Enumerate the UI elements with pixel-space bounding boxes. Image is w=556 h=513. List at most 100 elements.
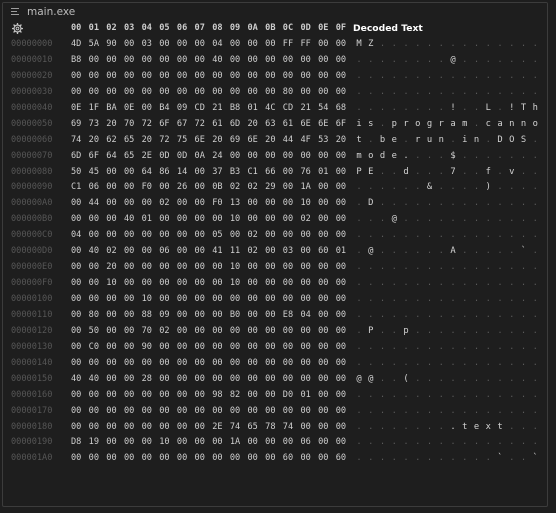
hex-byte[interactable]: 01 (300, 388, 313, 404)
decoded-char[interactable]: . (518, 260, 530, 276)
hex-byte[interactable]: FF (283, 37, 296, 53)
decoded-char[interactable]: . (365, 388, 377, 404)
hex-byte[interactable]: 6F (159, 117, 172, 133)
hex-byte[interactable]: 00 (318, 196, 331, 212)
decoded-char[interactable]: . (518, 451, 530, 467)
hex-byte[interactable]: 45 (89, 165, 102, 181)
hex-byte[interactable]: 00 (248, 53, 261, 69)
hex-byte[interactable]: 65 (124, 149, 137, 165)
decoded-char[interactable]: . (482, 37, 494, 53)
hex-byte[interactable]: 00 (283, 435, 296, 451)
decoded-char[interactable]: . (412, 165, 424, 181)
decoded-char[interactable]: . (365, 85, 377, 101)
hex-byte[interactable]: 4D (71, 37, 84, 53)
decoded-char[interactable]: . (388, 356, 400, 372)
decoded-char[interactable]: . (424, 276, 436, 292)
hex-byte[interactable]: 00 (248, 69, 261, 85)
decoded-char[interactable]: . (365, 404, 377, 420)
decoded-char[interactable]: . (482, 435, 494, 451)
hex-byte[interactable]: 00 (89, 276, 102, 292)
decoded-char[interactable]: p (400, 324, 412, 340)
decoded-char[interactable]: . (424, 69, 436, 85)
decoded-char[interactable]: . (412, 180, 424, 196)
hex-byte[interactable]: 90 (142, 340, 155, 356)
decoded-char[interactable]: . (471, 372, 483, 388)
hex-byte[interactable]: 00 (283, 404, 296, 420)
hex-byte[interactable]: 00 (177, 356, 190, 372)
hex-byte[interactable]: 00 (159, 228, 172, 244)
hex-byte[interactable]: 10 (159, 435, 172, 451)
hex-byte[interactable]: 4C (265, 101, 278, 117)
hex-byte[interactable]: 6E (195, 133, 208, 149)
hex-byte[interactable]: 13 (230, 196, 243, 212)
hex-byte[interactable]: 00 (106, 165, 119, 181)
hex-byte[interactable]: 00 (336, 180, 349, 196)
hex-byte[interactable]: 00 (212, 435, 225, 451)
hex-byte[interactable]: 63 (265, 117, 278, 133)
hex-byte[interactable]: 40 (71, 372, 84, 388)
hex-byte[interactable]: 74 (283, 420, 296, 436)
hex-byte[interactable]: 50 (89, 324, 102, 340)
decoded-char[interactable]: . (494, 69, 506, 85)
hex-byte[interactable]: 00 (142, 435, 155, 451)
hex-byte[interactable]: 00 (318, 435, 331, 451)
decoded-char[interactable]: $ (447, 149, 459, 165)
hex-byte[interactable]: 65 (248, 420, 261, 436)
decoded-char[interactable]: . (435, 372, 447, 388)
decoded-char[interactable]: . (482, 149, 494, 165)
hex-byte[interactable]: 76 (300, 165, 313, 181)
decoded-char[interactable]: . (506, 85, 518, 101)
decoded-char[interactable]: . (353, 260, 365, 276)
hex-byte[interactable]: 20 (142, 133, 155, 149)
decoded-char[interactable]: . (482, 244, 494, 260)
decoded-char[interactable]: . (529, 244, 541, 260)
decoded-char[interactable]: . (518, 435, 530, 451)
decoded-char[interactable]: . (424, 37, 436, 53)
decoded-char[interactable]: . (482, 69, 494, 85)
hex-byte[interactable]: 00 (159, 356, 172, 372)
decoded-char[interactable]: . (447, 69, 459, 85)
hex-byte[interactable]: 03 (142, 37, 155, 53)
decoded-char[interactable]: . (471, 308, 483, 324)
hex-byte[interactable]: 00 (124, 228, 137, 244)
decoded-char[interactable]: . (471, 117, 483, 133)
decoded-char[interactable]: . (494, 228, 506, 244)
hex-byte[interactable]: 00 (336, 324, 349, 340)
hex-byte[interactable]: 00 (283, 69, 296, 85)
decoded-char[interactable]: . (447, 212, 459, 228)
hex-byte[interactable]: 00 (300, 53, 313, 69)
decoded-char[interactable]: p (388, 117, 400, 133)
hex-byte[interactable]: 00 (106, 212, 119, 228)
hex-byte[interactable]: 00 (71, 404, 84, 420)
hex-byte[interactable]: 00 (265, 404, 278, 420)
hex-byte[interactable]: 00 (248, 149, 261, 165)
hex-byte[interactable]: 72 (142, 117, 155, 133)
decoded-char[interactable]: . (459, 149, 471, 165)
decoded-char[interactable]: . (388, 37, 400, 53)
decoded-char[interactable]: . (471, 228, 483, 244)
decoded-char[interactable]: g (424, 117, 436, 133)
hex-byte[interactable]: 04 (300, 308, 313, 324)
decoded-char[interactable]: P (365, 324, 377, 340)
hex-byte[interactable]: 6D (71, 149, 84, 165)
hex-byte[interactable]: 53 (318, 133, 331, 149)
hex-byte[interactable]: 00 (89, 228, 102, 244)
hex-byte[interactable]: 00 (159, 372, 172, 388)
hex-byte[interactable]: 68 (336, 101, 349, 117)
decoded-char[interactable]: . (412, 196, 424, 212)
hex-byte[interactable]: 00 (265, 308, 278, 324)
decoded-char[interactable]: e (471, 420, 483, 436)
hex-byte[interactable]: 00 (336, 53, 349, 69)
decoded-char[interactable]: n (471, 133, 483, 149)
hex-byte[interactable]: 09 (177, 101, 190, 117)
decoded-char[interactable]: s (365, 117, 377, 133)
decoded-char[interactable]: . (529, 388, 541, 404)
decoded-char[interactable]: . (412, 404, 424, 420)
hex-byte[interactable]: 0E (71, 101, 84, 117)
hex-byte[interactable]: 00 (230, 292, 243, 308)
decoded-char[interactable]: ! (447, 101, 459, 117)
decoded-char[interactable]: . (459, 228, 471, 244)
hex-byte[interactable]: 70 (124, 117, 137, 133)
hex-byte[interactable]: 00 (142, 276, 155, 292)
hex-byte[interactable]: 00 (106, 85, 119, 101)
